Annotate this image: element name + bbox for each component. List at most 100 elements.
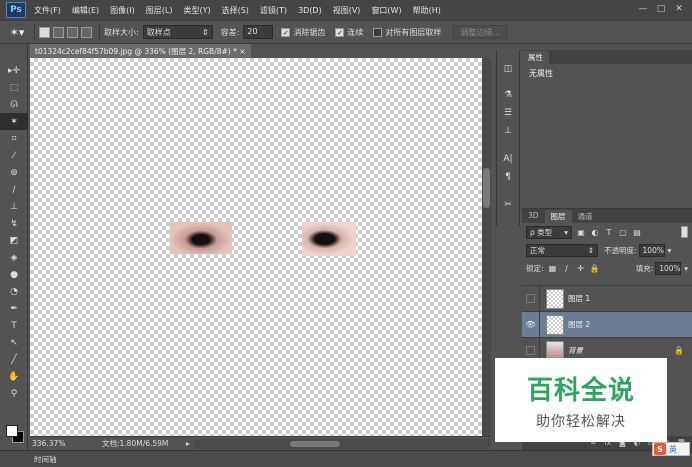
- horizontal-scrollbar[interactable]: [193, 438, 491, 449]
- close-button[interactable]: ✕: [670, 2, 688, 16]
- sogou-icon: S: [654, 443, 666, 455]
- maximize-button[interactable]: □: [652, 2, 670, 16]
- tab-3d[interactable]: 3D: [522, 210, 545, 223]
- tool-presets-panel-icon[interactable]: ✂: [497, 196, 519, 214]
- lock-all-icon[interactable]: 🔒: [590, 263, 600, 273]
- document-canvas[interactable]: [30, 58, 482, 436]
- tab-channels[interactable]: 通道: [572, 210, 599, 223]
- tab-properties[interactable]: 属性: [522, 51, 549, 64]
- blur-tool-icon[interactable]: ●: [0, 266, 28, 283]
- menu-edit[interactable]: 编辑(E): [72, 5, 99, 16]
- scroll-thumb[interactable]: [289, 440, 340, 447]
- eye-icon[interactable]: 👁: [522, 311, 540, 338]
- lasso-tool-icon[interactable]: ᘏ: [0, 96, 28, 113]
- chevron-down-icon[interactable]: ▾: [684, 264, 688, 273]
- smart-object-filter-icon[interactable]: ▤: [632, 227, 642, 237]
- crop-tool-icon[interactable]: ⌗: [0, 130, 28, 147]
- zoom-tool-icon[interactable]: ⚲: [0, 385, 28, 402]
- clone-stamp-tool-icon[interactable]: ⊥: [0, 198, 28, 215]
- menu-image[interactable]: 图像(I): [110, 5, 135, 16]
- layer-row-layer-1[interactable]: 图层 1: [522, 285, 692, 312]
- adjustments-panel-icon[interactable]: ⚗: [497, 86, 519, 104]
- blend-mode-select[interactable]: 正常 ⇕: [526, 243, 598, 257]
- chevron-down-icon[interactable]: ▾: [668, 246, 672, 255]
- lock-position-icon[interactable]: ✛: [576, 263, 586, 273]
- new-selection-mode-button[interactable]: [39, 26, 50, 38]
- chevron-down-icon: ▾: [564, 227, 568, 237]
- visibility-box: [526, 294, 535, 303]
- pen-tool-icon[interactable]: ✒: [0, 300, 28, 317]
- menu-layer[interactable]: 图层(L): [146, 5, 173, 16]
- tab-layers[interactable]: 图层: [544, 210, 572, 223]
- antialias-checkbox[interactable]: ✓: [281, 27, 291, 37]
- character-panel-icon[interactable]: A|: [497, 150, 519, 168]
- timeline-tab[interactable]: 时间轴: [34, 454, 57, 465]
- eyedropper-tool-icon[interactable]: ⁄: [0, 147, 28, 164]
- history-brush-tool-icon[interactable]: ↯: [0, 215, 28, 232]
- foreground-color-swatch[interactable]: [6, 425, 18, 437]
- layer-name[interactable]: 图层 2: [568, 319, 590, 330]
- menu-select[interactable]: 选择(S): [222, 5, 249, 16]
- dodge-tool-icon[interactable]: ◔: [0, 283, 28, 300]
- menu-view[interactable]: 视图(V): [333, 5, 361, 16]
- type-tool-icon[interactable]: T: [0, 317, 28, 334]
- zoom-level[interactable]: 336.37%: [30, 439, 90, 448]
- hand-tool-icon[interactable]: ✋: [0, 368, 28, 385]
- move-tool-icon[interactable]: ▸✛: [0, 62, 28, 79]
- all-layers-label: 对所有图层取样: [385, 27, 442, 37]
- lock-image-icon[interactable]: ∕: [562, 263, 572, 273]
- sliders-panel-icon[interactable]: ☰: [497, 104, 519, 122]
- layer-name[interactable]: 背景: [568, 345, 583, 356]
- vertical-scrollbar[interactable]: [482, 58, 491, 436]
- refine-edge-button[interactable]: 调整边缘...: [453, 25, 508, 39]
- healing-brush-tool-icon[interactable]: ⊛: [0, 164, 28, 181]
- filter-toggle[interactable]: [681, 226, 688, 238]
- tolerance-input[interactable]: 20: [243, 25, 274, 39]
- menu-3d[interactable]: 3D(D): [298, 6, 322, 15]
- magic-wand-icon[interactable]: ✶▾: [4, 23, 30, 41]
- paint-bucket-tool-icon[interactable]: ◈: [0, 249, 28, 266]
- opacity-input[interactable]: 100%: [638, 243, 665, 257]
- brush-tool-icon[interactable]: ∕: [0, 181, 28, 198]
- type-filter-icon[interactable]: T: [604, 227, 614, 237]
- menu-window[interactable]: 窗口(W): [371, 5, 401, 16]
- history-panel-icon[interactable]: ◫: [497, 60, 519, 78]
- menu-filter[interactable]: 滤镜(T): [260, 5, 287, 16]
- divider: [99, 24, 100, 40]
- scroll-thumb[interactable]: [483, 168, 490, 208]
- menu-type[interactable]: 类型(Y): [183, 5, 210, 16]
- add-selection-mode-button[interactable]: [53, 26, 64, 38]
- shape-filter-icon[interactable]: ▢: [618, 227, 628, 237]
- eraser-tool-icon[interactable]: ◩: [0, 232, 28, 249]
- antialias-label: 消除锯齿: [293, 27, 326, 37]
- pixel-filter-icon[interactable]: ▣: [576, 227, 586, 237]
- line-tool-icon[interactable]: ╱: [0, 351, 28, 368]
- adjustment-filter-icon[interactable]: ◐: [590, 227, 600, 237]
- blend-mode-value: 正常: [530, 245, 545, 255]
- stamp-panel-icon[interactable]: ⊥: [497, 122, 519, 140]
- layer-name[interactable]: 图层 1: [568, 293, 590, 304]
- fill-input[interactable]: 100%: [655, 261, 682, 275]
- sample-size-select[interactable]: 取样点 ⇕: [142, 25, 213, 39]
- lock-transparent-icon[interactable]: ▦: [548, 263, 558, 273]
- subtract-selection-mode-button[interactable]: [67, 26, 78, 38]
- ime-indicator[interactable]: S 英: [652, 442, 690, 456]
- watermark-subtitle: 助你轻松解决: [536, 413, 626, 430]
- visibility-toggle[interactable]: [522, 285, 540, 312]
- intersect-selection-mode-button[interactable]: [81, 26, 92, 38]
- menu-file[interactable]: 文件(F): [34, 5, 61, 16]
- all-layers-checkbox[interactable]: [373, 27, 383, 37]
- chevron-right-icon[interactable]: ▸: [186, 439, 190, 448]
- marquee-tool-icon[interactable]: ⬚: [0, 79, 28, 96]
- document-tab[interactable]: t01324c2cef84f57b09.jpg @ 336% (图层 2, RG…: [30, 44, 251, 58]
- minimize-button[interactable]: —: [634, 2, 652, 16]
- paragraph-panel-icon[interactable]: ¶: [497, 168, 519, 186]
- path-selection-tool-icon[interactable]: ↖: [0, 334, 28, 351]
- properties-content: 无属性: [529, 69, 553, 78]
- magic-wand-tool-icon[interactable]: ✶: [0, 113, 28, 130]
- menu-help[interactable]: 帮助(H): [413, 5, 441, 16]
- layer-row-layer-2[interactable]: 👁 图层 2: [522, 311, 692, 338]
- filter-kind-select[interactable]: ρ 类型 ▾: [526, 225, 572, 239]
- contiguous-checkbox[interactable]: ✓: [335, 27, 345, 37]
- lock-row: 锁定: ▦ ∕ ✛ 🔒 填充: 100% ▾: [522, 259, 692, 277]
